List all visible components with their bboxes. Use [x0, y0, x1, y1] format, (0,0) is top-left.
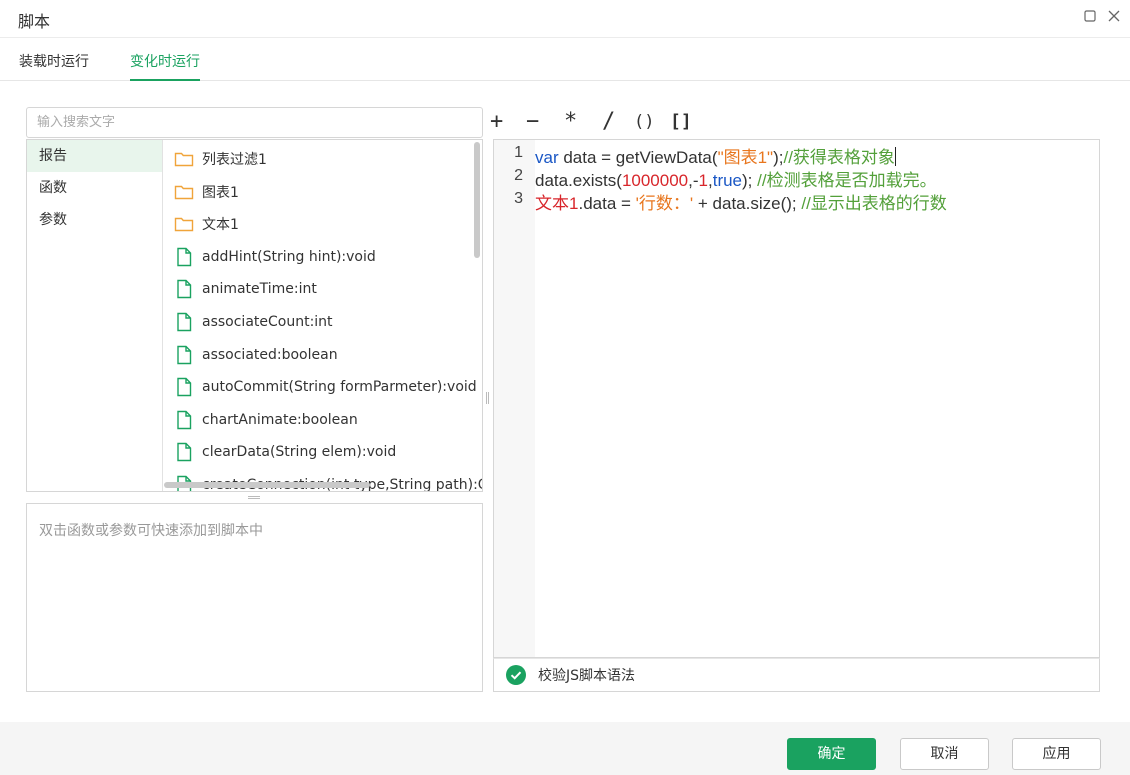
- ok-button[interactable]: 确定: [787, 738, 876, 770]
- code-token: ,-: [688, 171, 699, 190]
- list-item-label: animateTime:int: [202, 281, 317, 298]
- file-icon: [174, 410, 202, 430]
- code-token: );: [773, 148, 784, 167]
- file-icon: [174, 247, 202, 267]
- hint-panel: 双击函数或参数可快速添加到脚本中: [26, 503, 483, 692]
- tab-on-change[interactable]: 变化时运行: [130, 51, 200, 81]
- code-token: .data =: [578, 194, 636, 213]
- hint-text: 双击函数或参数可快速添加到脚本中: [39, 523, 263, 539]
- tab-bar: 装载时运行 变化时运行: [0, 39, 1130, 81]
- list-item[interactable]: addHint(String hint):void: [174, 241, 376, 273]
- code-token: );: [742, 171, 758, 190]
- check-circle-icon: [506, 665, 526, 685]
- list-item[interactable]: clearData(String elem):void: [174, 436, 396, 468]
- minus-operator-button[interactable]: −: [526, 108, 539, 136]
- search-input[interactable]: [26, 107, 483, 138]
- list-item[interactable]: animateTime:int: [174, 273, 317, 305]
- code-token: + data.size();: [693, 194, 802, 213]
- brackets-operator-button[interactable]: []: [670, 108, 692, 136]
- list-item-label: associated:boolean: [202, 346, 338, 363]
- list-item-label: chartAnimate:boolean: [202, 411, 358, 428]
- divide-operator-button[interactable]: /: [602, 108, 615, 136]
- vertical-splitter-handle[interactable]: [486, 392, 489, 404]
- code-token: 文本1: [535, 194, 579, 213]
- list-item-label: addHint(String hint):void: [202, 248, 376, 265]
- category-item-functions[interactable]: 函数: [27, 172, 162, 204]
- file-icon: [174, 279, 202, 299]
- code-token: //检测表格是否加载完。: [757, 171, 937, 190]
- script-dialog: 脚本 装载时运行 变化时运行 报告 函数 参数 列表过滤1 图表1 文本1 addHi…: [0, 0, 1130, 775]
- folder-icon: [174, 149, 202, 169]
- list-item-label: 列表过滤1: [202, 152, 267, 168]
- folder-icon: [174, 182, 202, 202]
- file-icon: [174, 377, 202, 397]
- close-icon[interactable]: [1105, 9, 1123, 27]
- list-item-label: clearData(String elem):void: [202, 444, 397, 461]
- vertical-scrollbar[interactable]: [474, 142, 480, 258]
- code-token: "图表1": [717, 148, 774, 167]
- code-token: true: [712, 171, 743, 190]
- cancel-button[interactable]: 取消: [900, 738, 989, 770]
- title-bar: 脚本: [0, 0, 1130, 38]
- category-list: 报告 函数 参数: [27, 140, 163, 491]
- validate-label: 校验JS脚本语法: [538, 668, 636, 684]
- list-item-label: 图表1: [202, 184, 239, 201]
- dialog-footer: 确定 取消 应用: [0, 722, 1130, 775]
- code-line: 文本1.data = '行数：' + data.size(); //显示出表格的…: [535, 189, 947, 214]
- text-caret: [894, 147, 896, 166]
- category-item-parameters[interactable]: 参数: [27, 204, 162, 236]
- list-item-label: associateCount:int: [202, 314, 333, 330]
- code-token: data.exists(: [535, 171, 622, 190]
- code-token: var: [535, 148, 559, 167]
- line-number-gutter: 1 2 3: [494, 140, 535, 657]
- list-item[interactable]: 文本1: [174, 208, 239, 240]
- maximize-icon[interactable]: [1081, 9, 1099, 27]
- list-item[interactable]: chartAnimate:boolean: [174, 404, 358, 436]
- code-token: 1000000: [621, 171, 689, 190]
- parentheses-operator-button[interactable]: (): [634, 108, 654, 136]
- list-item[interactable]: autoCommit(String formParmeter):void: [174, 371, 477, 403]
- list-item[interactable]: 图表1: [174, 176, 239, 208]
- folder-icon: [174, 214, 202, 234]
- code-line: data.exists(1000000,-1,true); //检测表格是否加载…: [535, 166, 937, 191]
- list-item[interactable]: associated:boolean: [174, 339, 338, 371]
- code-token: data = getViewData(: [558, 148, 718, 167]
- list-item-label: autoCommit(String formParmeter):void: [202, 379, 477, 396]
- code-token: //显示出表格的行数: [801, 194, 947, 213]
- apply-button[interactable]: 应用: [1012, 738, 1101, 770]
- validate-syntax-button[interactable]: 校验JS脚本语法: [493, 658, 1100, 692]
- horizontal-splitter-handle[interactable]: [248, 496, 260, 499]
- multiply-operator-button[interactable]: *: [564, 108, 577, 136]
- category-item-report[interactable]: 报告: [27, 140, 162, 172]
- file-icon: [174, 345, 202, 365]
- code-token: '行数：': [635, 194, 694, 213]
- plus-operator-button[interactable]: +: [490, 108, 503, 136]
- line-number: 3: [514, 190, 523, 207]
- horizontal-scrollbar[interactable]: [164, 482, 370, 488]
- list-item[interactable]: associateCount:int: [174, 306, 333, 338]
- list-item[interactable]: 列表过滤1: [174, 143, 267, 175]
- code-token: 1: [698, 171, 708, 190]
- list-item-label: 文本1: [202, 217, 239, 234]
- code-editor[interactable]: 1 2 3 var data = getViewData("图表1");//获得…: [493, 139, 1100, 658]
- file-icon: [174, 442, 202, 462]
- function-browser: 报告 函数 参数 列表过滤1 图表1 文本1 addHint(String hint)…: [26, 139, 483, 492]
- line-number: 1: [514, 144, 523, 161]
- code-token: //获得表格对象: [783, 148, 895, 167]
- item-list: 列表过滤1 图表1 文本1 addHint(String hint):void anim…: [164, 140, 482, 491]
- line-number: 2: [514, 167, 523, 184]
- tab-on-load[interactable]: 装载时运行: [19, 51, 89, 81]
- file-icon: [174, 312, 202, 332]
- dialog-title: 脚本: [18, 12, 51, 31]
- code-line: var data = getViewData("图表1");//获得表格对象: [535, 143, 896, 168]
- code-area[interactable]: var data = getViewData("图表1");//获得表格对象 da…: [535, 140, 1099, 657]
